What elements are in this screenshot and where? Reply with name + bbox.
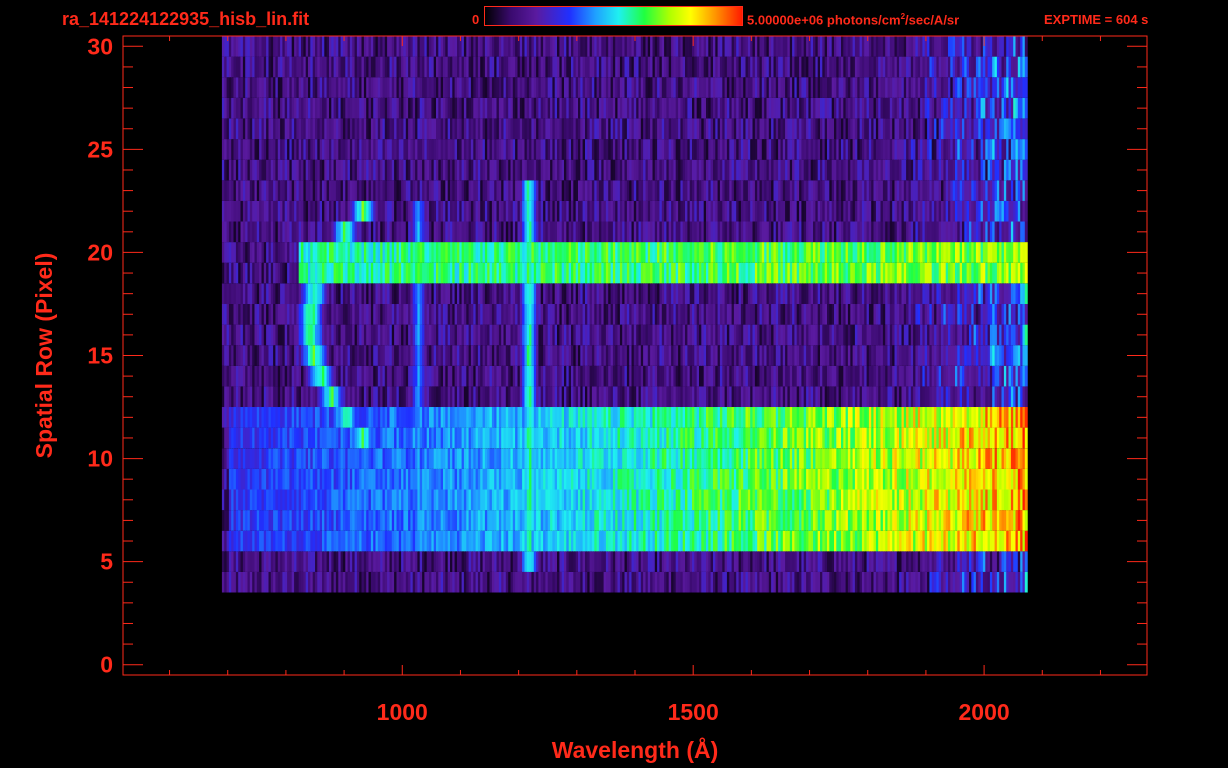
heatmap-cell — [1024, 571, 1028, 593]
heatmap-cell — [1024, 510, 1028, 531]
heatmap-cell — [1024, 427, 1028, 449]
heatmap-cell — [1024, 468, 1028, 490]
heatmap-cell — [1024, 407, 1028, 428]
heatmap-cell — [1024, 365, 1028, 387]
spectral-image-figure: 1000 1500 2000 0 5 10 15 20 25 30 Wavelength (Å) Sp… — [0, 0, 1228, 768]
heatmap-cell — [1024, 304, 1028, 325]
heatmap-cell — [1024, 345, 1028, 366]
heatmap-cell — [1024, 386, 1028, 408]
heatmap-image — [221, 36, 1028, 593]
heatmap-cell — [1024, 551, 1028, 572]
heatmap-cell — [1024, 530, 1028, 552]
heatmap-cell — [1024, 448, 1028, 469]
heatmap-cell — [1024, 489, 1028, 511]
heatmap-plot: 1000 1500 2000051015202530Wavelength (Å)Sp… — [31, 33, 1148, 763]
heatmap-cell — [1024, 324, 1028, 346]
